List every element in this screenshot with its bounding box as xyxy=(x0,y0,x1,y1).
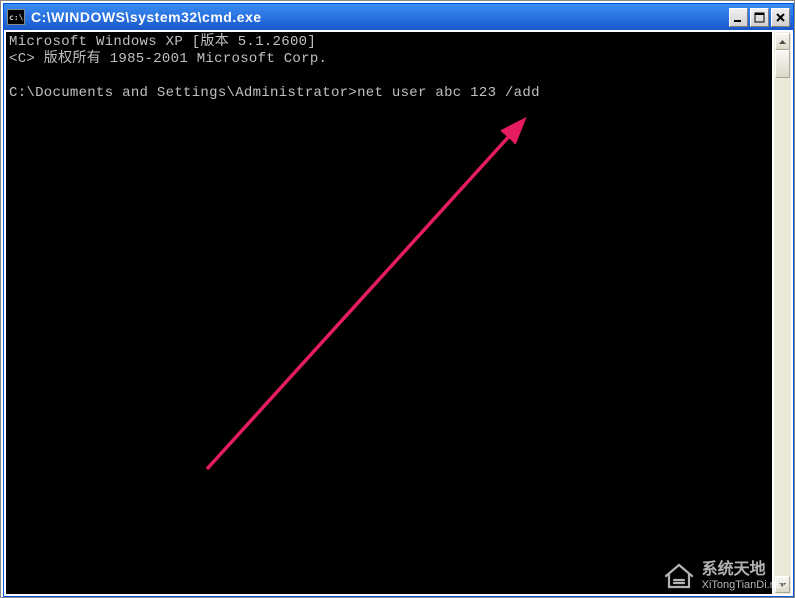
typed-command: net user abc 123 /add xyxy=(357,85,540,101)
watermark: 系统天地 XiTongTianDi.net xyxy=(662,561,785,591)
minimize-button[interactable] xyxy=(729,8,748,27)
scroll-up-button[interactable] xyxy=(775,33,790,50)
watermark-url: XiTongTianDi.net xyxy=(702,579,785,591)
cmd-icon: c:\ xyxy=(7,9,25,25)
output-line-blank xyxy=(9,68,769,85)
window-controls xyxy=(729,8,790,27)
window-titlebar[interactable]: c:\ C:\WINDOWS\system32\cmd.exe xyxy=(4,4,793,30)
window-title: C:\WINDOWS\system32\cmd.exe xyxy=(31,9,729,25)
maximize-button[interactable] xyxy=(750,8,769,27)
terminal-container: Microsoft Windows XP [版本 5.1.2600]<C> 版权… xyxy=(4,30,793,596)
vertical-scrollbar[interactable] xyxy=(774,32,791,594)
output-line-2: <C> 版权所有 1985-2001 Microsoft Corp. xyxy=(9,51,769,68)
prompt: C:\Documents and Settings\Administrator> xyxy=(9,85,357,101)
output-line-1: Microsoft Windows XP [版本 5.1.2600] xyxy=(9,34,769,51)
terminal-output[interactable]: Microsoft Windows XP [版本 5.1.2600]<C> 版权… xyxy=(6,32,772,594)
command-line: C:\Documents and Settings\Administrator>… xyxy=(9,85,769,102)
close-button[interactable] xyxy=(771,8,790,27)
watermark-name: 系统天地 xyxy=(702,561,785,579)
house-icon xyxy=(662,562,696,590)
cmd-window: c:\ C:\WINDOWS\system32\cmd.exe Microsof… xyxy=(3,3,794,597)
scroll-thumb[interactable] xyxy=(775,50,790,78)
